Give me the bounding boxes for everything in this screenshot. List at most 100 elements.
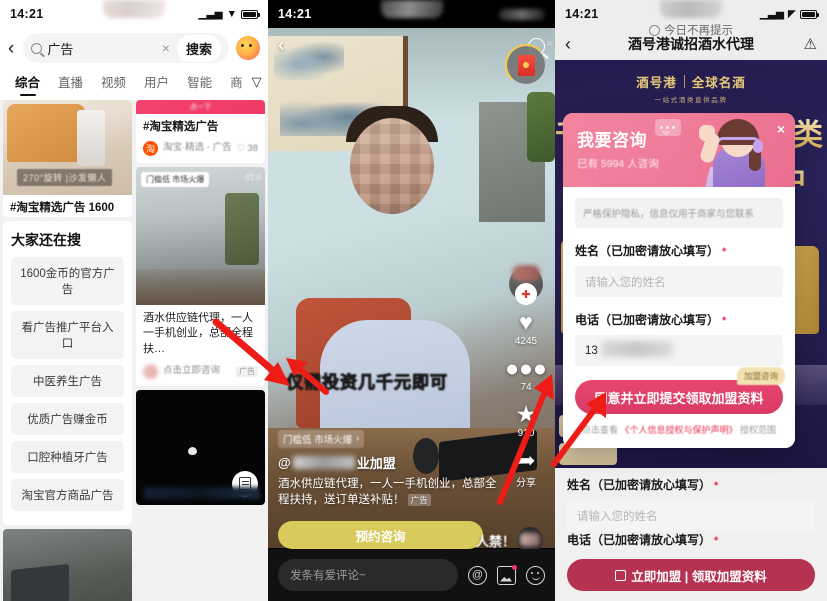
close-icon[interactable]: × (547, 38, 553, 50)
card-title: #淘宝精选广告 (143, 121, 219, 133)
name-placeholder: 请输入您的姓名 (585, 276, 666, 289)
battery-icon (800, 9, 819, 19)
result-card-taobao[interactable]: 点一下 #淘宝精选广告 淘 淘宝·精选 - 广告 ♡ 38 (136, 100, 265, 163)
card-banner: 点一下 (136, 100, 265, 114)
avatar: 淘 (143, 140, 158, 156)
brand-divider (683, 75, 685, 88)
follow-badge-icon[interactable]: ✚ (515, 283, 537, 305)
close-icon[interactable]: × (777, 121, 785, 137)
clear-icon[interactable]: × (162, 41, 172, 55)
signal-icon: ▁▃▅ (759, 7, 784, 20)
phone-field-label: 电话（已加密请放心填写） * (575, 311, 783, 328)
mid-status-bar: 14:21 (268, 0, 555, 28)
suggest-chip-3[interactable]: 中医养生广告 (11, 364, 124, 397)
mid-phone-panel: 14:21 ‹ × 仅需投资几千元即可 ✚ ♥ 4245 ●●● 74 ★ 91… (268, 0, 555, 601)
share-icon: ➦ (516, 447, 536, 473)
signal-icon: ▁▃▅ (198, 7, 223, 20)
suggest-chip-6[interactable]: 淘宝官方商品广告 (11, 478, 124, 511)
share-button[interactable]: ➦ 分享 (516, 447, 536, 490)
submit-button[interactable]: 同意并立即提交领取加盟资料 (575, 380, 783, 414)
back-chevron-icon[interactable]: ‹ (565, 34, 571, 55)
heart-icon: ♥ (519, 309, 533, 335)
favorite-button[interactable]: ★ 910 (516, 403, 537, 440)
video-tag-label: 门槛低 市场火爆 (283, 434, 353, 446)
person-face-blurred (350, 118, 434, 214)
result-card-office[interactable]: 门槛低 市场火爆 01:0 酒水供应链代理，一人一手机创业，总部全程扶… 点击立… (136, 166, 265, 386)
name-label-text: 姓名（已加密请放心填写） (575, 244, 720, 258)
operator-illustration (681, 119, 777, 187)
tab-shang[interactable]: 商 (221, 69, 252, 95)
office-plant (527, 92, 555, 162)
status-notch-blur (380, 0, 443, 18)
card-cta-text: 点击立即咨询 (163, 365, 221, 377)
form-icon (615, 569, 627, 581)
feed-column-left: 270°旋转 |沙发懒人 #淘宝精选广告 1600 金币 #淘宝精选广告 #开屏… (3, 100, 132, 601)
suggest-chip-5[interactable]: 口腔种植牙广告 (11, 440, 124, 473)
name-input[interactable]: 请输入您的姓名 (575, 266, 783, 297)
list-icon[interactable] (232, 470, 258, 497)
book-consult-button[interactable]: 预约咨询 (278, 521, 483, 549)
tab-zhibo[interactable]: 直播 (49, 69, 92, 95)
card-author: 淘宝·精选 - 广告 (163, 142, 232, 154)
avatar (143, 363, 158, 379)
comment-button[interactable]: ●●● 74 (505, 357, 547, 394)
video-description-text: 酒水供应链代理，一人一手机创业，总部全程扶持，送订单送补贴！ (278, 477, 497, 507)
like-button[interactable]: ♥ 4245 (514, 309, 538, 348)
avatar[interactable] (236, 36, 260, 60)
no-remind-today-toggle[interactable]: 今日不再提示 (649, 22, 733, 38)
suggest-chip-2[interactable]: 看广告推广平台入口 (11, 310, 124, 359)
modal-body: 严格保护隐私，信息仅用于商家与您联系 姓名（已加密请放心填写） * 请输入您的姓名… (563, 187, 795, 448)
name-field-label: 姓名（已加密请放心填写） * (575, 242, 783, 259)
emoji-icon[interactable] (526, 565, 545, 585)
image-icon[interactable] (497, 564, 517, 585)
video-tag[interactable]: 门槛低 市场火爆 › (278, 429, 365, 448)
back-chevron-icon[interactable]: ‹ (6, 39, 16, 58)
status-icons: ▁▃▅ ◤ (759, 7, 819, 20)
card-description: 酒水供应链代理，一人一手机创业，总部全程扶… (143, 311, 253, 356)
tab-zonghe[interactable]: 综合 (6, 69, 49, 95)
search-submit-button[interactable]: 搜索 (176, 34, 221, 62)
wifi-icon: ◤ (787, 7, 796, 20)
red-packet-icon[interactable] (505, 44, 547, 86)
card-thumbnail (136, 389, 265, 505)
page-form-below: 姓名（已加密请放心填写） * 请输入您的姓名 电话（已加密请放心填写） * 立即加盟… (555, 468, 827, 601)
favorite-count: 910 (517, 428, 535, 439)
filter-icon[interactable]: ▽ (252, 74, 264, 90)
card-thumbnail: 270°旋转 |沙发懒人 (3, 100, 132, 195)
below-name-input[interactable]: 请输入您的姓名 (567, 500, 815, 531)
related-search-block: 大家还在搜 1600金币的官方广告 看广告推广平台入口 中医养生广告 优质广告赚… (3, 220, 132, 525)
share-label: 分享 (516, 478, 536, 489)
warning-icon[interactable]: ⚠ (804, 35, 817, 53)
tab-shipin[interactable]: 视频 (92, 69, 135, 95)
video-account[interactable]: @ 业加盟 (278, 453, 497, 472)
battery-icon (241, 9, 260, 19)
ad-tag: 广告 (236, 365, 258, 377)
submit-wrapper: 加盟咨询 同意并立即提交领取加盟资料 (575, 367, 785, 414)
tab-yonghu[interactable]: 用户 (135, 69, 178, 95)
search-input[interactable]: 广告 × 搜索 (23, 33, 229, 63)
back-chevron-icon[interactable]: ‹ (278, 35, 284, 57)
at-icon[interactable]: @ (468, 565, 487, 585)
like-count: 4245 (514, 336, 538, 347)
comment-input[interactable]: 发条有爱评论~ (278, 559, 458, 591)
result-card-tank[interactable] (3, 528, 132, 601)
agreement-suffix: 授权范围 (740, 425, 777, 435)
result-card-night[interactable] (136, 389, 265, 505)
status-icons: ▁▃▅ ▼ (198, 7, 260, 20)
phone-value: 13 (585, 344, 598, 357)
tab-zhineng[interactable]: 智能 (178, 69, 221, 95)
avatar[interactable]: ✚ (509, 265, 543, 305)
required-marker: * (722, 315, 727, 327)
suggest-chip-4[interactable]: 优质广告赚金币 (11, 402, 124, 435)
hero-brand-row: 酒号港 全球名酒 (636, 72, 746, 91)
privacy-policy-link[interactable]: 《个人信息授权与保护声明》 (620, 425, 737, 435)
status-time: 14:21 (278, 7, 312, 21)
join-tip-badge: 加盟咨询 (736, 367, 785, 385)
status-notch-blur (103, 0, 165, 18)
below-name-placeholder: 请输入您的姓名 (577, 510, 658, 523)
suggest-chip-1[interactable]: 1600金币的官方广告 (11, 256, 124, 305)
chat-bubble-icon (655, 119, 681, 136)
join-now-button[interactable]: 立即加盟 | 领取加盟资料 (567, 559, 815, 591)
result-card-sofa[interactable]: 270°旋转 |沙发懒人 #淘宝精选广告 1600 金币 #淘宝精选广告 #开屏… (3, 100, 132, 217)
phone-input[interactable]: 13 (575, 335, 783, 366)
